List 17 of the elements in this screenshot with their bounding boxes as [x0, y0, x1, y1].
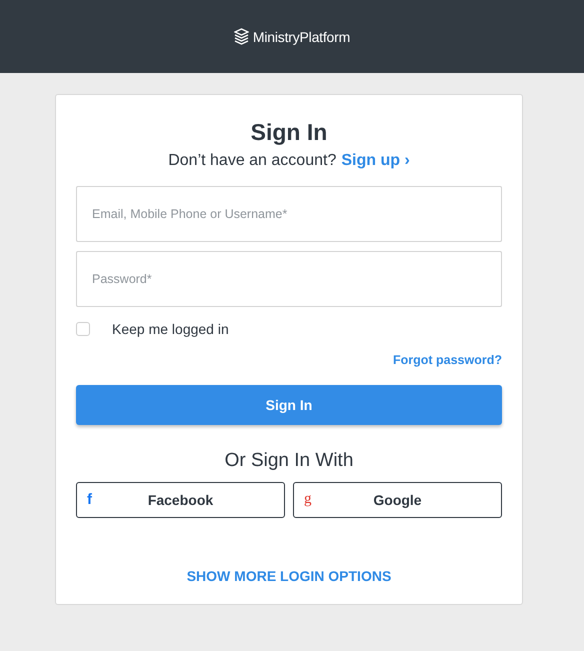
brand-name: MinistryPlatform [252, 28, 350, 44]
f-letter-icon: f [87, 491, 92, 508]
input-field[interactable]: Email, Mobile Phone or Username* [76, 186, 502, 242]
sign-in-button[interactable]: Sign In [76, 385, 502, 425]
g-letter-icon: g [304, 491, 312, 508]
logo-icon [234, 28, 249, 45]
section-heading: Or Sign In With [224, 450, 354, 472]
provider-button[interactable]: g Google [293, 482, 502, 518]
signup-prompt: Don’t have an account? [168, 152, 336, 170]
signup-link[interactable]: Sign up › [341, 152, 410, 170]
more-options-link[interactable]: SHOW MORE LOGIN OPTIONS [186, 568, 392, 584]
page-title: Sign In [250, 119, 328, 146]
provider-button[interactable]: f Facebook [76, 482, 285, 518]
forgot-password-link[interactable]: Forgot password? [392, 353, 502, 367]
checkbox[interactable] [76, 322, 90, 336]
input-field[interactable]: Password* [76, 251, 502, 307]
checkbox-label: Keep me logged in [112, 321, 229, 337]
